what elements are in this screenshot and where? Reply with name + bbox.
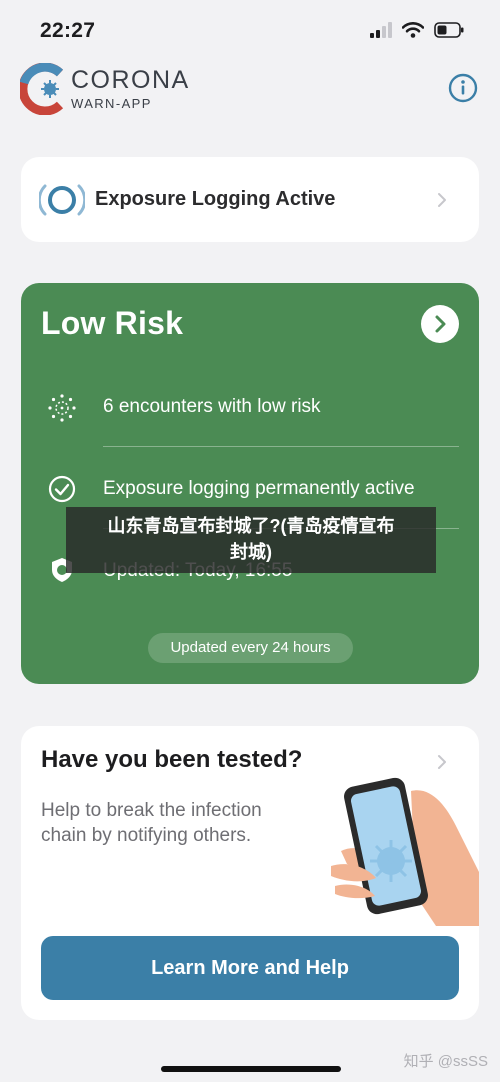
corona-logo-icon	[20, 63, 64, 115]
battery-icon	[434, 22, 464, 38]
status-icons	[370, 22, 464, 38]
chevron-right-icon	[435, 315, 446, 333]
risk-status-card[interactable]: Low Risk 6 encounters with low risk Expo…	[21, 283, 479, 684]
tested-heading: Have you been tested?	[41, 746, 303, 773]
app-header: CORONA WARN-APP	[0, 60, 500, 130]
virus-icon	[48, 394, 76, 422]
info-icon[interactable]	[448, 73, 478, 103]
exposure-logging-card[interactable]: Exposure Logging Active	[21, 157, 479, 242]
risk-details-button[interactable]	[421, 305, 459, 343]
status-time: 22:27	[40, 19, 96, 42]
tested-card[interactable]: Have you been tested? Help to break the …	[21, 726, 479, 1020]
status-bar: 22:27	[0, 0, 500, 60]
wifi-icon	[402, 22, 424, 38]
chevron-right-icon	[438, 193, 446, 207]
exposure-logging-icon	[39, 184, 85, 216]
overlay-line-2: 封城)	[230, 542, 272, 562]
phone-hand-illustration	[331, 777, 479, 926]
watermark: 知乎 @ssSS	[403, 1053, 488, 1070]
logo-title: CORONA	[71, 66, 190, 94]
tested-description: Help to break the infection chain by not…	[41, 800, 262, 846]
update-interval-badge: Updated every 24 hours	[148, 633, 353, 663]
risk-encounters-text: 6 encounters with low risk	[103, 396, 321, 417]
logo-subtitle: WARN-APP	[71, 96, 152, 111]
home-indicator[interactable]	[161, 1066, 341, 1072]
divider	[103, 446, 459, 447]
overlay-line-1: 山东青岛宣布封城了?(青岛疫情宣布	[107, 516, 395, 536]
learn-more-button[interactable]: Learn More and Help	[41, 936, 459, 1000]
cellular-signal-icon	[370, 22, 392, 38]
risk-title: Low Risk	[41, 305, 184, 341]
logo-text: CORONA WARN-APP	[71, 66, 190, 112]
logging-active-text: Exposure logging permanently active	[103, 478, 415, 499]
news-overlay-banner: 山东青岛宣布封城了?(青岛疫情宣布 封城)	[66, 507, 436, 573]
exposure-logging-label: Exposure Logging Active	[95, 188, 336, 210]
check-circle-icon	[48, 475, 76, 503]
